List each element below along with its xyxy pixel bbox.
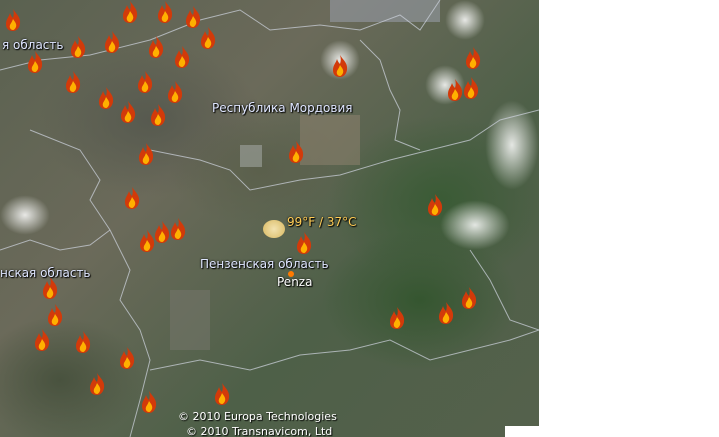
fire-icon[interactable]: [135, 70, 155, 94]
attribution-line-1: © 2010 Europa Technologies: [178, 410, 337, 423]
region-label-left-mid: нская область: [0, 266, 91, 280]
region-label-left-top: я область: [2, 38, 64, 52]
fire-icon[interactable]: [463, 46, 483, 70]
fire-icon[interactable]: [330, 54, 350, 78]
attribution-line-2: © 2010 Transnavicom, Ltd: [186, 425, 333, 437]
region-borders: [0, 0, 539, 437]
fire-icon[interactable]: [68, 35, 88, 59]
fire-icon[interactable]: [425, 193, 445, 217]
fire-icon[interactable]: [165, 80, 185, 104]
blank-area: [539, 0, 719, 437]
fire-icon[interactable]: [136, 142, 156, 166]
temperature-label: 99°F / 37°C: [287, 215, 357, 229]
fire-icon[interactable]: [120, 0, 140, 24]
fire-icon[interactable]: [436, 301, 456, 325]
fire-icon[interactable]: [117, 346, 137, 370]
fire-icon[interactable]: [459, 286, 479, 310]
fire-icon[interactable]: [25, 50, 45, 74]
city-label-penza: Penza: [277, 275, 313, 289]
fire-icon[interactable]: [146, 35, 166, 59]
fire-icon[interactable]: [294, 231, 314, 255]
satellite-map[interactable]: я область Республика Мордовия 99°F / 37°…: [0, 0, 539, 437]
fire-icon[interactable]: [122, 186, 142, 210]
fire-icon[interactable]: [168, 217, 188, 241]
region-label-penza-oblast: Пензенская область: [200, 257, 329, 271]
fire-icon[interactable]: [172, 45, 192, 69]
fire-icon[interactable]: [73, 330, 93, 354]
fire-icon[interactable]: [212, 382, 232, 406]
fire-icon[interactable]: [148, 103, 168, 127]
fire-icon[interactable]: [118, 100, 138, 124]
fire-icon[interactable]: [32, 328, 52, 352]
map-control-corner[interactable]: [505, 426, 539, 437]
fire-icon[interactable]: [63, 70, 83, 94]
fire-icon[interactable]: [461, 76, 481, 100]
fire-icon[interactable]: [3, 8, 23, 32]
fire-icon[interactable]: [286, 140, 306, 164]
fire-icon[interactable]: [139, 390, 159, 414]
fire-icon[interactable]: [96, 86, 116, 110]
sun-icon[interactable]: [263, 220, 285, 238]
fire-icon[interactable]: [387, 306, 407, 330]
fire-icon[interactable]: [87, 372, 107, 396]
fire-icon[interactable]: [155, 0, 175, 24]
fire-icon[interactable]: [102, 30, 122, 54]
region-label-mordovia: Республика Мордовия: [212, 101, 353, 115]
fire-icon[interactable]: [198, 26, 218, 50]
fire-icon[interactable]: [45, 303, 65, 327]
